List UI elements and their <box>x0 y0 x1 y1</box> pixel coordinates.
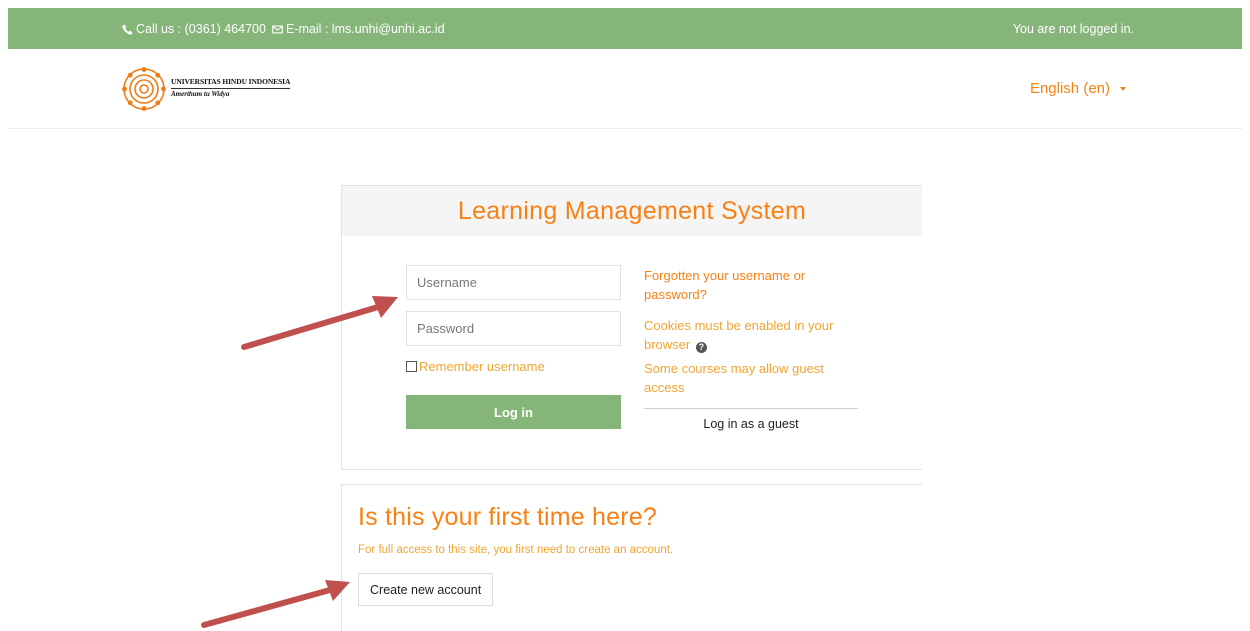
logo-university-name: UNIVERSITAS HINDU INDONESIA <box>171 77 290 89</box>
university-seal-icon <box>122 67 166 111</box>
phone-icon <box>122 24 133 35</box>
language-label: English (en) <box>1029 80 1110 97</box>
login-panel-header: Learning Management System <box>342 186 922 236</box>
forgot-password-link[interactable]: Forgotten your username or password? <box>644 266 859 304</box>
caret-down-icon <box>1120 86 1126 91</box>
phone-text: Call us : (0361) 464700 <box>136 22 266 36</box>
login-status: You are not logged in. <box>1012 22 1134 36</box>
signup-title: Is this your first time here? <box>358 503 657 531</box>
remember-username[interactable]: Remember username <box>406 359 545 374</box>
site-header: UNIVERSITAS HINDU INDONESIA Amerthum tu … <box>8 49 1242 129</box>
signup-description: For full access to this site, you first … <box>358 544 674 556</box>
signup-panel: Is this your first time here? For full a… <box>341 484 922 631</box>
contact-info: Call us : (0361) 464700 E-mail : lms.unh… <box>122 22 445 36</box>
envelope-icon <box>272 25 283 33</box>
logo-motto: Amerthum tu Widya <box>171 89 230 98</box>
guest-access-notice: Some courses may allow guest access <box>644 361 824 395</box>
guest-login-button[interactable]: Log in as a guest <box>644 417 858 431</box>
password-input[interactable] <box>406 311 621 346</box>
site-logo[interactable]: UNIVERSITAS HINDU INDONESIA Amerthum tu … <box>121 66 290 112</box>
username-input[interactable] <box>406 265 621 300</box>
divider <box>644 408 858 409</box>
top-contact-bar: Call us : (0361) 464700 E-mail : lms.unh… <box>8 8 1242 49</box>
arrow-to-create-account <box>201 580 350 628</box>
remember-label: Remember username <box>419 359 545 374</box>
page-title: Learning Management System <box>457 196 807 225</box>
cookies-notice: Cookies must be enabled in your browser … <box>644 316 859 354</box>
remember-checkbox[interactable] <box>406 361 417 372</box>
login-panel: Learning Management System Remember user… <box>341 185 922 470</box>
email-text: E-mail : lms.unhi@unhi.ac.id <box>285 22 445 36</box>
login-button[interactable]: Log in <box>406 395 621 429</box>
cookies-notice-text: Cookies must be enabled in your browser <box>644 318 834 352</box>
create-account-button[interactable]: Create new account <box>358 573 494 606</box>
help-icon[interactable]: ? <box>695 342 707 353</box>
language-selector[interactable]: English (en) <box>1030 80 1126 97</box>
